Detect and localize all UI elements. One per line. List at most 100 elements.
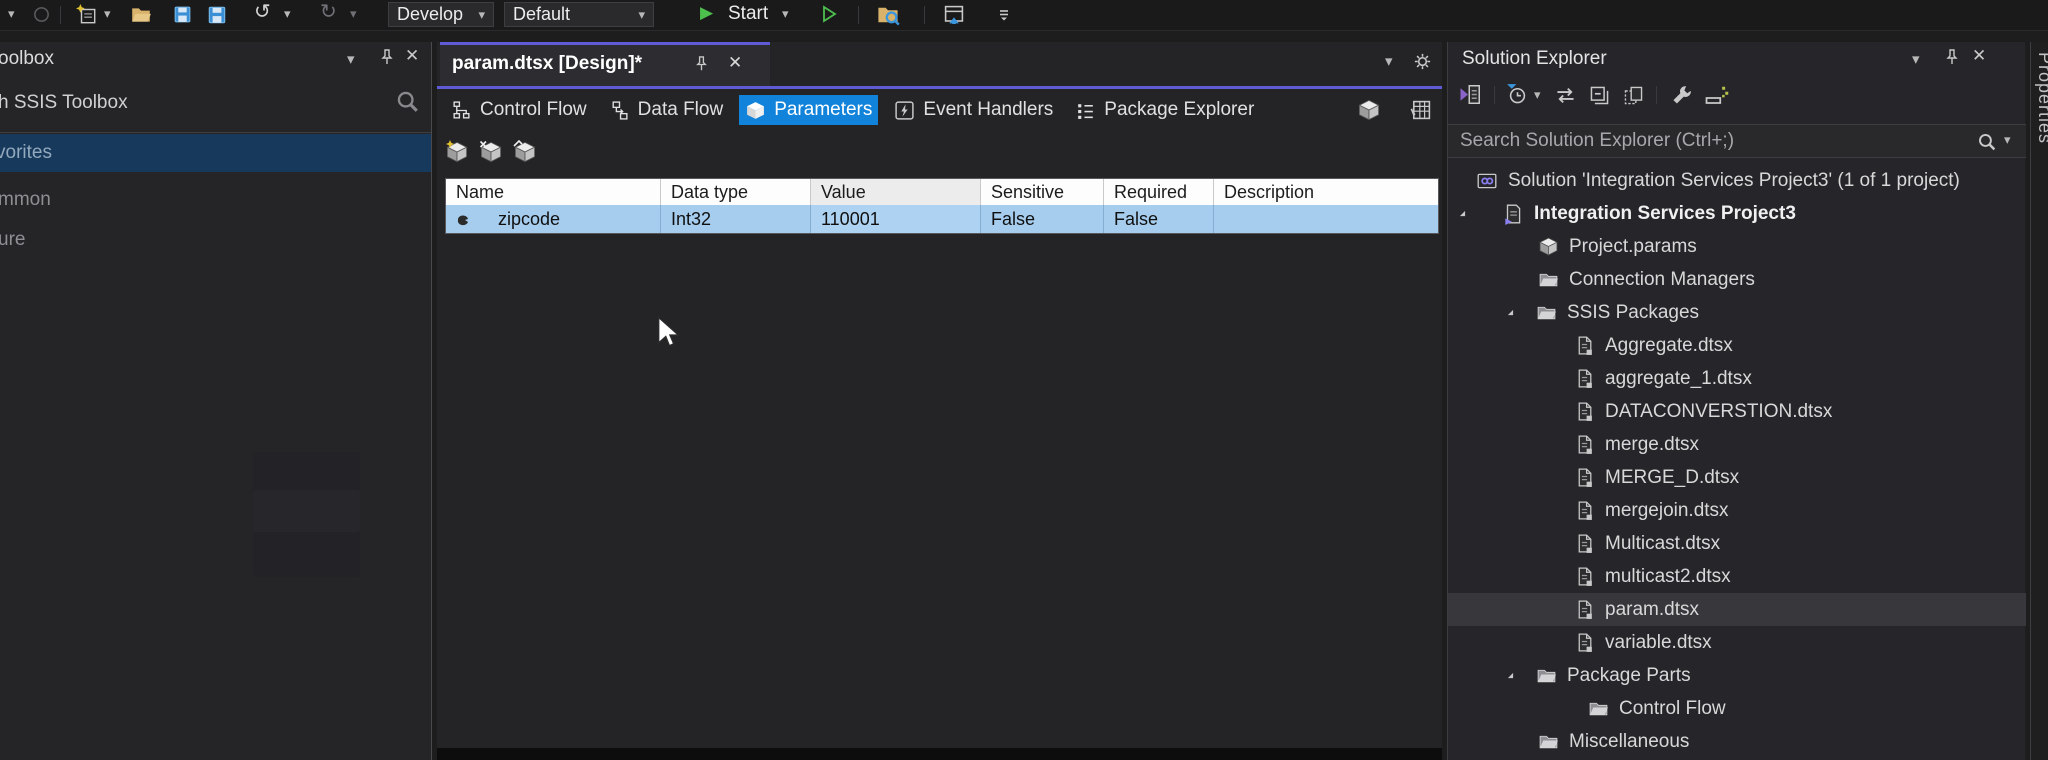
tree-item-label: Control Flow — [1619, 697, 1726, 719]
tree-item-aggregate-dtsx[interactable]: Aggregate.dtsx — [1448, 329, 2026, 362]
toolbox-search-input[interactable]: h SSIS Toolbox — [0, 92, 128, 114]
close-icon[interactable]: ✕ — [405, 46, 419, 66]
preview-selected-items-icon[interactable] — [1704, 83, 1729, 108]
filter-caret-icon[interactable]: ▾ — [1534, 88, 1541, 101]
expander-icon[interactable] — [1456, 207, 1469, 220]
cell-data-type[interactable]: Int32 — [661, 205, 811, 233]
tree-item-label: variable.dtsx — [1605, 631, 1712, 653]
pin-icon[interactable] — [692, 55, 711, 74]
toolbox-item-label: vorites — [0, 142, 52, 163]
tree-item-merge-dtsx[interactable]: merge.dtsx — [1448, 428, 2026, 461]
new-project-icon[interactable] — [76, 4, 98, 26]
redo-caret-icon[interactable]: ▾ — [350, 7, 357, 20]
tree-item-ssis-packages[interactable]: SSIS Packages — [1448, 296, 2026, 329]
pending-changes-filter-icon[interactable] — [1506, 83, 1529, 106]
tree-item-miscellaneous[interactable]: Miscellaneous — [1448, 725, 2026, 758]
sync-with-active-document-icon[interactable] — [1554, 84, 1577, 107]
column-header-value[interactable]: Value — [811, 179, 981, 205]
properties-wrench-icon[interactable] — [1670, 84, 1693, 107]
document-tab-param-dtsx[interactable]: param.dtsx [Design]* ✕ — [440, 42, 770, 86]
toolbox-item-common[interactable]: mmon — [0, 184, 431, 216]
column-header-name[interactable]: Name — [446, 179, 661, 205]
tree-item-project-params[interactable]: Project.params — [1448, 230, 2026, 263]
solution-explorer-search-box[interactable]: Search Solution Explorer (Ctrl+;) ▾ — [1448, 124, 2026, 158]
document-options-gear-icon[interactable] — [1413, 52, 1432, 71]
configuration-dropdown[interactable]: Develop ▾ — [388, 2, 494, 27]
tree-item-solution[interactable]: Solution 'Integration Services Project3'… — [1448, 164, 2026, 197]
start-without-debugging-icon[interactable] — [820, 5, 838, 23]
toolbar-dropdown-caret-icon[interactable]: ▾ — [8, 7, 15, 20]
document-list-caret-icon[interactable]: ▾ — [1385, 54, 1393, 69]
find-in-files-icon[interactable] — [876, 3, 900, 27]
add-parameter-button[interactable] — [445, 140, 469, 164]
close-icon[interactable]: ✕ — [728, 53, 742, 73]
variables-grid-icon[interactable] — [1409, 98, 1433, 122]
tree-item-multicast-dtsx[interactable]: Multicast.dtsx — [1448, 527, 2026, 560]
expander-icon[interactable] — [1504, 306, 1517, 319]
delete-parameter-button[interactable] — [479, 140, 503, 164]
tab-control-flow[interactable]: Control Flow — [445, 95, 593, 125]
tree-item-merge-d-dtsx[interactable]: MERGE_D.dtsx — [1448, 461, 2026, 494]
tree-item-control-flow[interactable]: Control Flow — [1448, 692, 2026, 725]
platform-dropdown[interactable]: Default ▾ — [504, 2, 654, 27]
start-caret-icon[interactable]: ▾ — [782, 7, 789, 20]
tree-item-variable-dtsx[interactable]: variable.dtsx — [1448, 626, 2026, 659]
tab-package-explorer[interactable]: Package Explorer — [1069, 95, 1260, 125]
tree-item-mergejoin-dtsx[interactable]: mergejoin.dtsx — [1448, 494, 2026, 527]
column-header-data-type[interactable]: Data type — [661, 179, 811, 205]
cell-description[interactable] — [1214, 205, 1438, 233]
tree-item-param-dtsx[interactable]: param.dtsx — [1448, 593, 2026, 626]
configure-parameters-button[interactable] — [513, 140, 537, 164]
toolbox-item-favorites[interactable]: vorites — [0, 134, 431, 172]
undo-icon[interactable]: ↺ — [254, 2, 271, 22]
platform-dropdown-label: Default — [513, 4, 571, 24]
toolbox-item-label: ure — [0, 229, 26, 250]
pin-icon[interactable] — [1942, 48, 1962, 68]
start-button-label[interactable]: Start — [728, 3, 768, 25]
navigate-back-icon[interactable] — [32, 5, 51, 24]
column-header-description[interactable]: Description — [1214, 179, 1438, 205]
toolbox-item-azure[interactable]: ure — [0, 224, 431, 256]
search-icon[interactable] — [1976, 131, 1997, 152]
package-icon — [1538, 236, 1559, 257]
save-all-icon[interactable] — [206, 4, 228, 26]
tree-item-connection-managers[interactable]: Connection Managers — [1448, 263, 2026, 296]
window-position-chevron-icon[interactable]: ▾ — [1912, 52, 1920, 67]
collapse-all-icon[interactable] — [1588, 84, 1611, 107]
redo-icon[interactable]: ↻ — [320, 2, 337, 22]
open-folder-icon[interactable] — [130, 4, 152, 26]
save-icon[interactable] — [172, 4, 193, 25]
column-header-sensitive[interactable]: Sensitive — [981, 179, 1104, 205]
parameter-row-zipcode[interactable]: zipcode Int32 110001 False False — [446, 205, 1438, 233]
web-browser-home-icon[interactable] — [942, 3, 966, 27]
toolbar-overflow-icon[interactable] — [994, 4, 1014, 24]
tree-item-dataconverstion-dtsx[interactable]: DATACONVERSTION.dtsx — [1448, 395, 2026, 428]
pin-icon[interactable] — [377, 48, 397, 68]
tree-item-multicast2-dtsx[interactable]: multicast2.dtsx — [1448, 560, 2026, 593]
folder-icon — [1588, 698, 1609, 719]
tab-data-flow[interactable]: Data Flow — [603, 95, 730, 125]
search-icon[interactable] — [394, 88, 420, 114]
switch-views-icon[interactable] — [1458, 82, 1483, 107]
tree-item-package-parts[interactable]: Package Parts — [1448, 659, 2026, 692]
close-icon[interactable]: ✕ — [1972, 46, 1986, 66]
expander-icon[interactable] — [1504, 669, 1517, 682]
tab-event-handlers[interactable]: Event Handlers — [888, 95, 1059, 125]
tree-item-project[interactable]: Integration Services Project3 — [1448, 197, 2026, 230]
window-position-chevron-icon[interactable]: ▾ — [347, 52, 355, 67]
column-header-required[interactable]: Required — [1104, 179, 1214, 205]
properties-collapsed-tab[interactable]: Properties — [2030, 42, 2048, 760]
cell-sensitive[interactable]: False — [981, 205, 1104, 233]
package-icon[interactable] — [1357, 98, 1381, 122]
search-caret-icon[interactable]: ▾ — [2004, 133, 2011, 146]
cell-value[interactable]: 110001 — [811, 205, 981, 233]
start-play-icon[interactable]: ▶ — [700, 4, 713, 21]
tab-parameters[interactable]: Parameters — [739, 95, 879, 125]
undo-caret-icon[interactable]: ▾ — [284, 7, 291, 20]
show-all-files-icon[interactable] — [1622, 84, 1645, 107]
tree-item-aggregate-1-dtsx[interactable]: aggregate_1.dtsx — [1448, 362, 2026, 395]
new-project-caret-icon[interactable]: ▾ — [104, 7, 111, 20]
cell-name[interactable]: zipcode — [446, 205, 661, 233]
toolbar-separator — [1494, 86, 1495, 104]
cell-required[interactable]: False — [1104, 205, 1214, 233]
